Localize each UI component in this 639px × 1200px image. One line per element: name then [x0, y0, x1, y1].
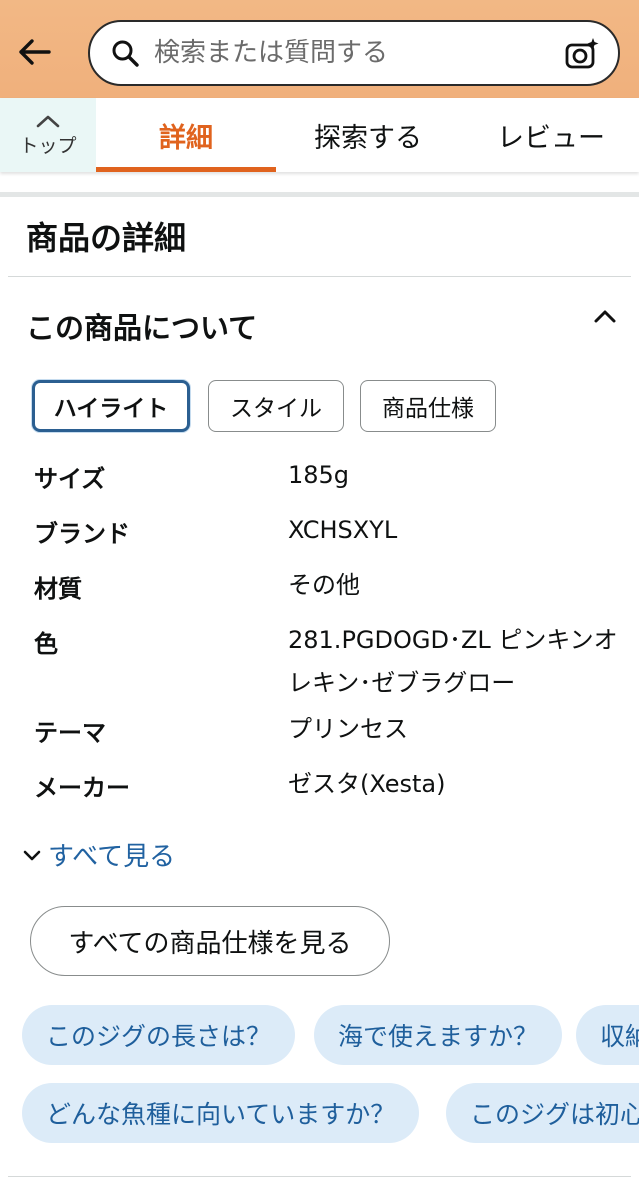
- question-chip[interactable]: 海で使えますか？: [314, 1005, 563, 1065]
- question-chip[interactable]: このジグは初心: [446, 1083, 639, 1143]
- all-specs-button[interactable]: すべての商品仕様を見る: [30, 906, 390, 976]
- chip-style[interactable]: スタイル: [208, 380, 344, 432]
- spec-value-material: その他: [288, 571, 360, 599]
- tab-explore[interactable]: 探索する: [288, 98, 448, 172]
- section-title: 商品の詳細: [26, 219, 187, 257]
- divider: [8, 1176, 631, 1177]
- back-button[interactable]: [14, 34, 54, 70]
- collapse-chevron-icon[interactable]: [592, 306, 618, 326]
- spec-key-color: 色: [34, 630, 58, 658]
- tab-explore-label: 探索する: [314, 122, 422, 154]
- spec-key-brand: ブランド: [34, 520, 130, 548]
- spec-key-size: サイズ: [34, 465, 106, 493]
- spec-value-theme: プリンセス: [288, 715, 408, 743]
- see-all-label: すべて見る: [48, 842, 176, 872]
- chip-style-label: スタイル: [230, 396, 322, 422]
- spec-key-maker: メーカー: [34, 774, 130, 802]
- chip-specs[interactable]: 商品仕様: [360, 380, 496, 432]
- divider: [8, 276, 631, 277]
- spec-value-size: 185g: [288, 461, 350, 489]
- see-all-link[interactable]: すべて見る: [22, 836, 175, 873]
- question-chip[interactable]: このジグの長さは？: [22, 1005, 296, 1065]
- all-specs-button-label: すべての商品仕様を見る: [68, 928, 352, 959]
- question-chip-label: 海で使えますか？: [338, 1022, 539, 1051]
- question-chip-label: このジグは初心: [470, 1100, 639, 1129]
- spec-value-color: 281.PGDOGD･ZL ピンキンオレキン･ゼブラグロー: [288, 626, 618, 697]
- scroll-to-top-label: トップ: [19, 134, 77, 157]
- question-chip[interactable]: どんな魚種に向いていますか？: [22, 1083, 420, 1143]
- spec-value-brand: XCHSXYL: [288, 516, 398, 544]
- question-chip-label: 収納: [600, 1022, 639, 1051]
- back-arrow-icon: [19, 39, 51, 65]
- chevron-down-icon: [23, 850, 41, 860]
- search-input[interactable]: [154, 38, 544, 68]
- tab-reviews[interactable]: レビュー: [476, 98, 626, 172]
- tab-details-label: 詳細: [159, 122, 213, 154]
- top-bar: [0, 0, 639, 98]
- question-chip-label: このジグの長さは？: [46, 1022, 272, 1051]
- spec-value-maker: ゼスタ(Xesta): [288, 770, 446, 798]
- camera-search-icon[interactable]: [564, 36, 600, 72]
- chip-highlights-label: ハイライト: [53, 396, 169, 422]
- tab-details[interactable]: 詳細: [96, 98, 276, 172]
- question-chip[interactable]: 収納: [576, 1005, 639, 1065]
- scroll-to-top-button[interactable]: トップ: [0, 98, 96, 172]
- chevron-up-icon: [36, 115, 60, 127]
- search-bar[interactable]: [88, 20, 620, 86]
- tab-reviews-label: レビュー: [497, 122, 605, 154]
- detail-tab-bar: トップ 詳細 探索する レビュー: [0, 98, 639, 172]
- search-icon: [112, 40, 139, 67]
- chip-highlights[interactable]: ハイライト: [32, 380, 190, 432]
- spec-key-material: 材質: [34, 575, 82, 603]
- section-divider: [0, 192, 639, 197]
- question-chip-label: どんな魚種に向いていますか？: [46, 1100, 396, 1129]
- about-item-heading[interactable]: この商品について: [26, 305, 257, 347]
- chip-specs-label: 商品仕様: [382, 396, 474, 422]
- spec-key-theme: テーマ: [34, 719, 106, 747]
